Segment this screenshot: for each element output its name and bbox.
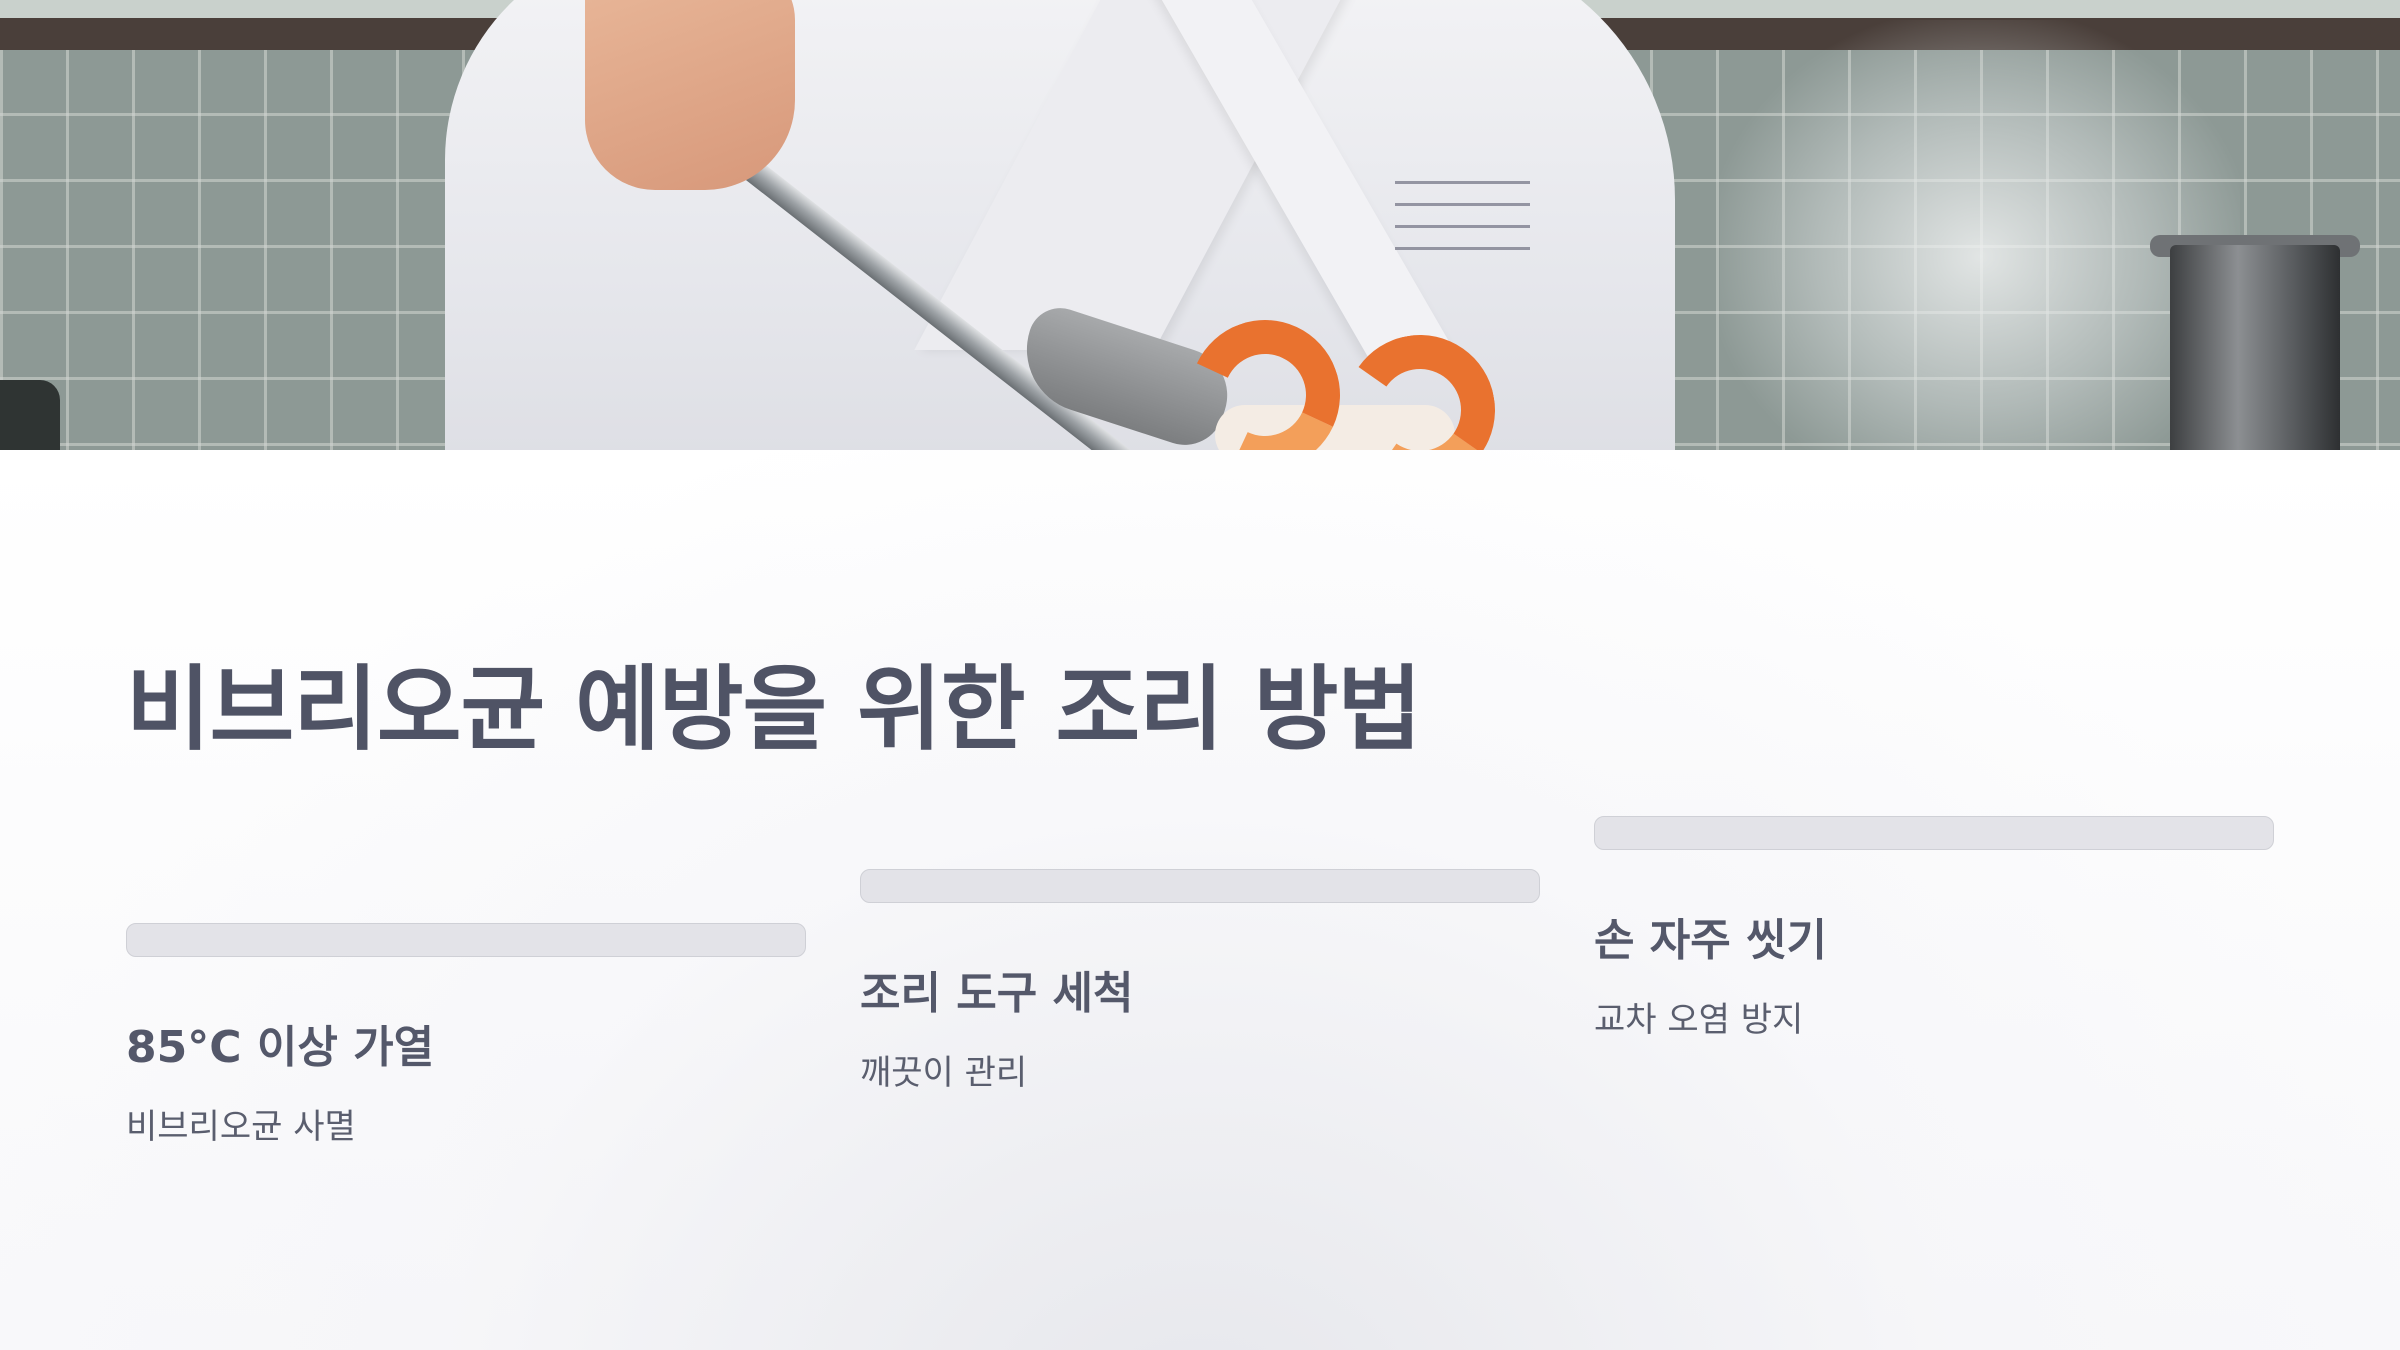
card-description: 비브리오균 사멸 bbox=[126, 1107, 356, 1147]
hero-hand bbox=[585, 0, 795, 190]
card-heating: 85°C 이상 가열 비브리오균 사멸 bbox=[126, 923, 806, 1148]
page-title: 비브리오균 예방을 위한 조리 방법 bbox=[126, 656, 1422, 763]
card-accent-bar bbox=[126, 923, 806, 957]
hero-pan bbox=[0, 380, 60, 450]
card-description: 깨끗이 관리 bbox=[860, 1053, 1028, 1093]
hero-photo bbox=[0, 0, 2400, 450]
card-accent-bar bbox=[1594, 816, 2274, 850]
card-accent-bar bbox=[860, 869, 1540, 903]
hero-embroidery bbox=[1395, 180, 1530, 250]
card-heading: 손 자주 씻기 bbox=[1594, 915, 1828, 966]
card-description: 교차 오염 방지 bbox=[1594, 1000, 1804, 1040]
card-heading: 조리 도구 세척 bbox=[860, 968, 1134, 1019]
card-heading: 85°C 이상 가열 bbox=[126, 1022, 435, 1073]
hero-pot bbox=[2170, 245, 2340, 450]
content-area: 비브리오균 예방을 위한 조리 방법 85°C 이상 가열 비브리오균 사멸 조… bbox=[0, 450, 2400, 1350]
card-tool-cleaning: 조리 도구 세척 깨끗이 관리 bbox=[860, 869, 1540, 1094]
card-hand-washing: 손 자주 씻기 교차 오염 방지 bbox=[1594, 816, 2274, 1041]
